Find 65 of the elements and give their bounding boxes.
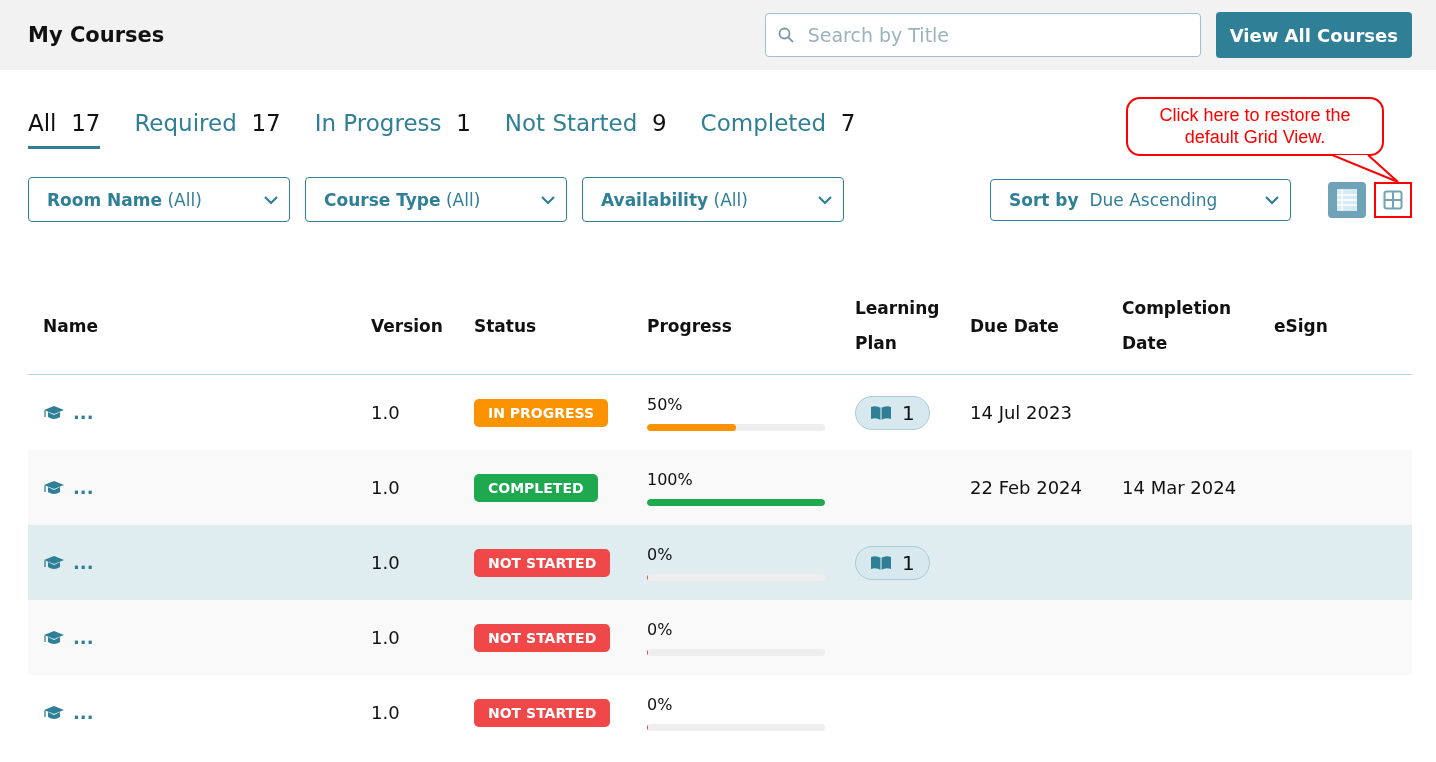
list-icon [1336,187,1358,212]
version-text: 1.0 [371,477,400,498]
status-badge: NOT STARTED [474,698,611,727]
progress-percent: 0% [647,544,673,564]
graduation-cap-icon [43,629,65,646]
column-header: Version [370,314,444,338]
course-name-link[interactable]: ... [73,702,94,723]
version-text: 1.0 [371,627,400,648]
course-name-link[interactable]: ... [73,402,94,423]
chevron-down-icon [263,194,279,205]
filter-dropdown[interactable]: Room Name (All) [28,177,290,222]
version-text: 1.0 [371,552,400,573]
column-header: Completion Date [1121,297,1233,355]
filter-tab[interactable]: In Progress 1 [314,110,471,149]
table-row[interactable]: ... 1.0 COMPLETED 100% 22 Feb 2024 14 Mar 2024 [28,450,1412,525]
column-header: Due Date [969,314,1060,338]
table-row[interactable]: ... 1.0 NOT STARTED 0% [28,600,1412,675]
graduation-cap-icon [43,404,65,421]
chevron-down-icon [1264,194,1280,205]
grid-icon [1383,189,1403,210]
status-badge: COMPLETED [474,473,598,502]
search-field[interactable]: Search by Title [764,13,1201,57]
column-header: Progress [646,314,733,338]
version-text: 1.0 [371,702,400,723]
list-view-button[interactable] [1328,181,1366,218]
completion-date-text: 14 Mar 2024 [1122,477,1237,498]
graduation-cap-icon [43,554,65,571]
column-header: Name [42,314,99,338]
chevron-down-icon [540,194,556,205]
book-icon [870,554,892,571]
filter-dropdown[interactable]: Availability (All) [582,177,844,222]
course-name-link[interactable]: ... [73,477,94,498]
book-icon [870,404,892,421]
search-input[interactable]: Search by Title [805,23,1188,47]
due-date-text: 14 Jul 2023 [970,402,1072,423]
filter-tab[interactable]: All 17 [28,110,101,149]
progress-percent: 50% [647,394,683,414]
column-header: eSign [1273,314,1329,338]
sort-dropdown[interactable]: Sort by Due Ascending [990,178,1291,221]
view-all-courses-button[interactable]: View All Courses [1215,12,1412,58]
progress-percent: 0% [647,694,673,714]
learning-plan-chip[interactable]: 1 [855,545,930,580]
progress-percent: 0% [647,619,673,639]
course-name-link[interactable]: ... [73,627,94,648]
course-name-link[interactable]: ... [73,552,94,573]
status-badge: NOT STARTED [474,623,611,652]
filter-tab[interactable]: Required 17 [134,110,281,149]
chevron-down-icon [817,194,833,205]
filter-tab[interactable]: Not Started 9 [504,110,667,149]
page-title: My Courses [28,23,166,47]
due-date-text: 22 Feb 2024 [970,477,1083,498]
grid-view-button[interactable] [1374,181,1412,218]
progress-percent: 100% [647,469,693,489]
search-icon [777,27,794,43]
filter-dropdown[interactable]: Course Type (All) [305,177,567,222]
graduation-cap-icon [43,479,65,496]
column-header: Status [473,314,538,338]
status-badge: IN PROGRESS [474,398,609,427]
status-badge: NOT STARTED [474,548,611,577]
table-row[interactable]: ... 1.0 NOT STARTED 0% 1 [28,525,1412,600]
learning-plan-chip[interactable]: 1 [855,395,930,430]
graduation-cap-icon [43,704,65,721]
version-text: 1.0 [371,402,400,423]
filter-tab[interactable]: Completed 7 [700,110,856,149]
column-header: Learning Plan [854,297,941,355]
